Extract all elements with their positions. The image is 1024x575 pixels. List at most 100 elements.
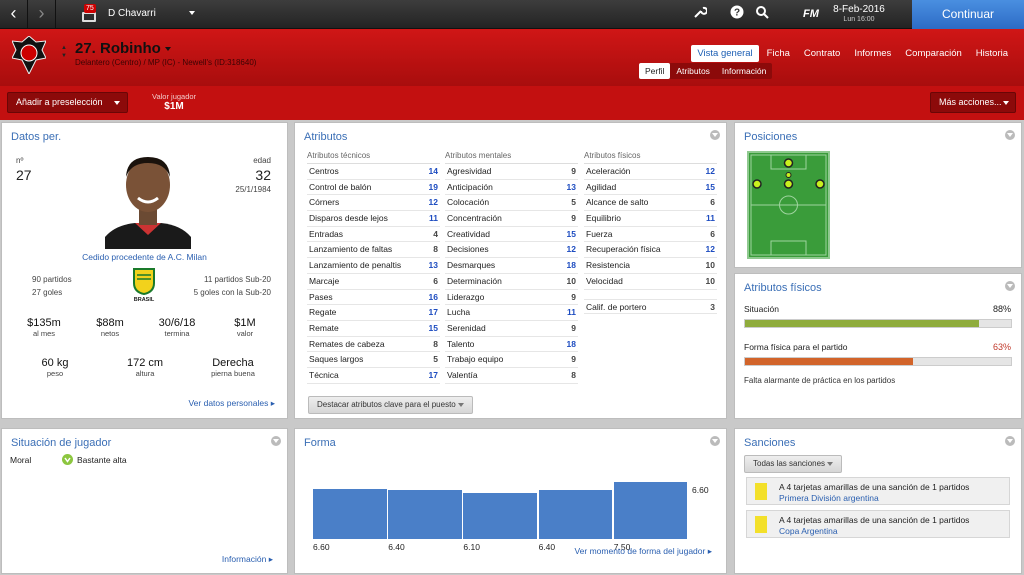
mental-row[interactable]: Trabajo equipo 9: [445, 352, 578, 368]
mental-row[interactable]: Liderazgo 9: [445, 290, 578, 306]
sanction-competition[interactable]: Copa Argentina: [779, 526, 838, 536]
physical-row[interactable]: Fuerza 6: [584, 227, 717, 243]
sanction-competition[interactable]: Primera División argentina: [779, 493, 879, 503]
technical-row[interactable]: Regate 17: [307, 305, 440, 321]
technical-row[interactable]: Remate 15: [307, 321, 440, 337]
search-icon[interactable]: [755, 5, 769, 22]
chevron-down-icon[interactable]: [271, 436, 281, 446]
subtab-attributes[interactable]: Atributos: [670, 63, 716, 79]
more-actions-button[interactable]: Más acciones...: [930, 92, 1016, 113]
form-bar[interactable]: [613, 481, 688, 539]
form-bar[interactable]: [463, 492, 538, 539]
technical-row[interactable]: Remates de cabeza 8: [307, 337, 440, 353]
mental-row[interactable]: Colocación 5: [445, 195, 578, 212]
highlight-attributes-label: Destacar atributos clave para el puesto: [317, 400, 456, 409]
technical-row[interactable]: Lanzamiento de faltas 8: [307, 242, 440, 259]
technical-name: Marcaje: [309, 275, 340, 286]
yellow-card-icon: [755, 483, 767, 500]
form-bar[interactable]: [538, 490, 613, 539]
physical-row[interactable]: Recuperación física 12: [584, 242, 717, 259]
technical-row[interactable]: Centros 14: [307, 164, 440, 180]
technical-row[interactable]: Saques largos 5: [307, 352, 440, 368]
technical-row[interactable]: Técnica 17: [307, 368, 440, 384]
help-icon[interactable]: ?: [730, 5, 744, 22]
chevron-down-icon[interactable]: [1005, 130, 1015, 140]
form-rating-label: 6.60: [313, 542, 330, 552]
forward-button[interactable]: ›: [28, 0, 56, 28]
position-marker-st: [783, 158, 794, 168]
chevron-down-icon[interactable]: [1005, 436, 1015, 446]
tab-contract[interactable]: Contrato: [798, 45, 846, 62]
physical-row[interactable]: Resistencia 10: [584, 258, 717, 274]
tab-history[interactable]: Historia: [970, 45, 1014, 62]
mental-row[interactable]: Serenidad 9: [445, 321, 578, 337]
physical-row[interactable]: Aceleración 12: [584, 164, 717, 180]
mental-row[interactable]: Decisiones 12: [445, 242, 578, 259]
player-subtitle: Delantero (Centro) / MP (IC) - Newell's …: [75, 58, 257, 67]
sanction-item[interactable]: A 4 tarjetas amarillas de una sanción de…: [746, 510, 1010, 538]
chevron-down-icon[interactable]: [710, 130, 720, 140]
player-nav-arrows[interactable]: ▲ ▼: [61, 44, 67, 60]
physical-row[interactable]: Agilidad 15: [584, 180, 717, 196]
mental-row[interactable]: Desmarques 18: [445, 258, 578, 274]
form-bar[interactable]: [388, 490, 462, 539]
sanction-item[interactable]: A 4 tarjetas amarillas de una sanción de…: [746, 477, 1010, 505]
technical-row[interactable]: Control de balón 19: [307, 180, 440, 196]
mental-row[interactable]: Lucha 11: [445, 305, 578, 321]
mental-name: Determinación: [447, 275, 502, 286]
physical-value: 11: [706, 213, 715, 224]
nation-badge[interactable]: BRASIL: [132, 267, 156, 303]
mental-row[interactable]: Talento 18: [445, 337, 578, 353]
technical-row[interactable]: Entradas 4: [307, 227, 440, 243]
manager-name[interactable]: D Chavarri: [108, 8, 195, 19]
form-bar[interactable]: [313, 488, 387, 539]
highlight-attributes-button[interactable]: Destacar atributos clave para el puesto: [308, 396, 473, 414]
mental-row[interactable]: Creatividad 15: [445, 227, 578, 243]
chevron-down-icon[interactable]: [710, 436, 720, 446]
mental-name: Desmarques: [447, 260, 496, 271]
subtab-information[interactable]: Información: [716, 63, 772, 79]
tab-reports[interactable]: Informes: [848, 45, 897, 62]
positions-pitch[interactable]: [747, 151, 830, 259]
inbox-icon[interactable]: 75: [82, 4, 98, 24]
mental-row[interactable]: Valentía 8: [445, 368, 578, 384]
technical-row[interactable]: Marcaje 6: [307, 274, 440, 290]
physical-condition-title: Atributos físicos: [744, 282, 822, 294]
game-date[interactable]: 8-Feb-2016 Lun 16:00: [815, 4, 903, 23]
wrench-icon[interactable]: [693, 5, 708, 22]
mental-row[interactable]: Determinación 10: [445, 274, 578, 290]
form-details-link[interactable]: Ver momento de forma del jugador ▸: [574, 546, 712, 557]
sanctions-filter[interactable]: Todas las sanciones: [744, 455, 843, 473]
tab-overview[interactable]: Vista general: [691, 45, 759, 62]
physical-row[interactable]: Equilibrio 11: [584, 211, 717, 227]
net-label: netos: [100, 329, 120, 338]
tab-comparison[interactable]: Comparación: [899, 45, 968, 62]
position-marker-amr: [815, 179, 825, 189]
continue-button[interactable]: Continuar: [912, 0, 1024, 29]
technical-row[interactable]: Disparos desde lejos 11: [307, 211, 440, 227]
situation-label: Situación: [744, 304, 779, 314]
loan-info-link[interactable]: Cedido procedente de A.C. Milan: [2, 252, 287, 262]
back-button[interactable]: ‹: [0, 0, 28, 28]
physical-row[interactable]: Velocidad 10: [584, 274, 717, 290]
weight-stat: 60 kg peso: [24, 357, 86, 378]
club-crest-icon: [11, 35, 47, 76]
profile-subtabs: Perfil Atributos Información: [639, 63, 773, 79]
personal-details-link[interactable]: Ver datos personales ▸: [188, 398, 275, 409]
subtab-profile[interactable]: Perfil: [639, 63, 671, 79]
situation-info-link[interactable]: Información ▸: [222, 554, 273, 565]
technical-row[interactable]: Pases 16: [307, 290, 440, 306]
chevron-down-icon[interactable]: [1005, 281, 1015, 291]
mental-row[interactable]: Concentración 9: [445, 211, 578, 227]
value-value: $1M: [234, 317, 256, 329]
mental-row[interactable]: Anticipación 13: [445, 180, 578, 196]
foot-value: Derecha: [212, 357, 254, 369]
technical-row[interactable]: Córners 12: [307, 195, 440, 212]
tab-file[interactable]: Ficha: [761, 45, 796, 62]
shortlist-button[interactable]: Añadir a preselección: [7, 92, 128, 113]
player-name[interactable]: 27. Robinho: [75, 40, 172, 57]
physical-row[interactable]: Alcance de salto 6: [584, 195, 717, 212]
physical-name: Aceleración: [586, 166, 631, 176]
mental-row[interactable]: Agresividad 9: [445, 164, 578, 180]
technical-row[interactable]: Lanzamiento de penaltis 13: [307, 258, 440, 274]
